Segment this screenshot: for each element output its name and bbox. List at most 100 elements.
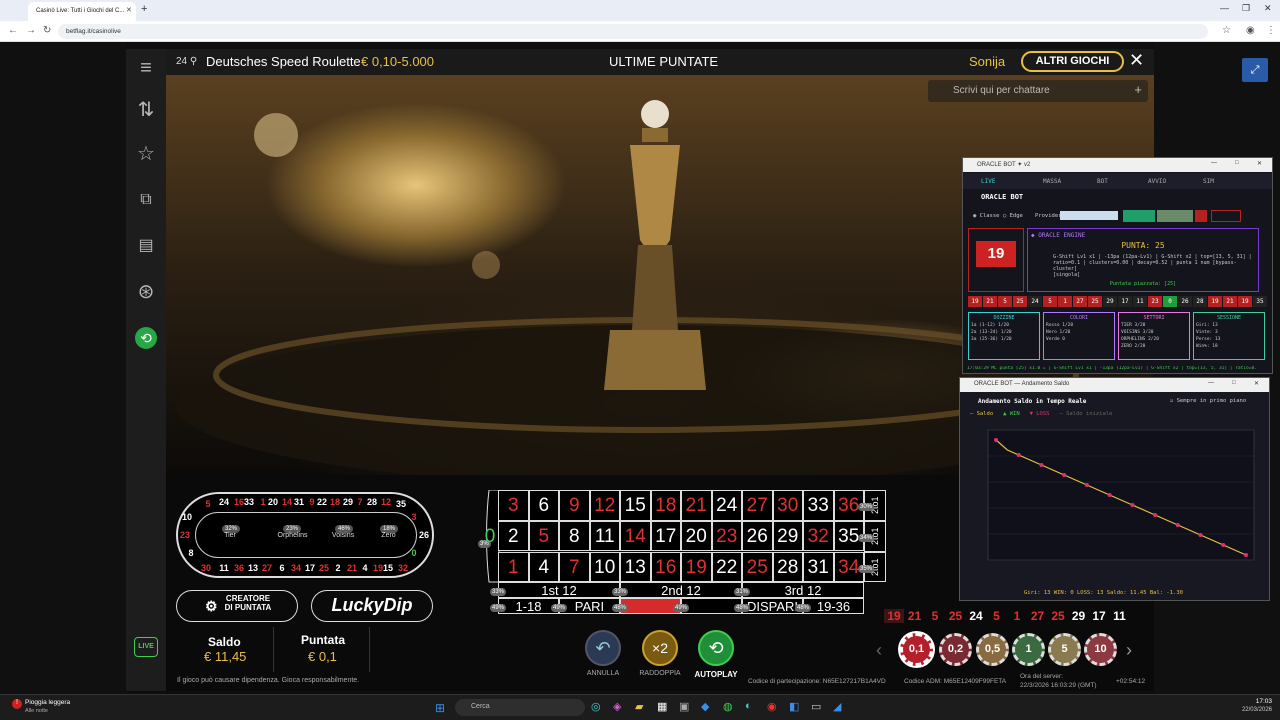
expand-icon[interactable]: ⤢ <box>1242 58 1268 82</box>
reload-icon[interactable]: ↻ <box>43 25 51 36</box>
race-number[interactable]: 6 <box>275 563 289 573</box>
race-number[interactable]: 26 <box>417 530 431 540</box>
race-number[interactable]: 10 <box>180 512 194 522</box>
profile-icon[interactable]: ◉ <box>1246 25 1255 36</box>
tier-section[interactable]: Tier <box>215 532 245 539</box>
bet-red[interactable] <box>620 598 681 614</box>
race-number[interactable]: 11 <box>217 563 231 573</box>
orphelins-section[interactable]: Orphelins <box>270 532 315 539</box>
chrome-taskbar-icon[interactable]: ◉ <box>767 700 777 713</box>
folder-taskbar-icon[interactable]: ▰ <box>635 700 643 713</box>
forward-icon[interactable]: → <box>26 25 36 36</box>
race-number[interactable]: 3 <box>407 512 421 522</box>
race-number[interactable]: 31 <box>292 497 306 507</box>
race-number[interactable]: 28 <box>365 497 379 507</box>
app-taskbar-icon[interactable]: ◐ <box>745 700 752 712</box>
race-number[interactable]: 23 <box>178 530 192 540</box>
number-cell[interactable]: 21 <box>681 490 712 521</box>
minimize-icon[interactable]: — <box>1211 160 1217 166</box>
number-cell[interactable]: 18 <box>650 490 681 521</box>
number-cell[interactable]: 3 <box>498 490 529 521</box>
close-window-icon[interactable]: ✕ <box>1264 3 1272 14</box>
number-cell[interactable]: 29 <box>772 520 803 552</box>
tab-live[interactable]: LIVE <box>981 178 995 185</box>
whatsapp-taskbar-icon[interactable]: ◍ <box>723 700 733 713</box>
number-cell[interactable]: 31 <box>803 551 834 583</box>
number-cell[interactable]: 1 <box>498 551 529 583</box>
race-number[interactable]: 30 <box>199 563 213 573</box>
number-cell[interactable]: 32 <box>803 520 834 552</box>
menu-icon[interactable]: ⋮ <box>1266 25 1276 36</box>
app-taskbar-icon[interactable]: ◈ <box>613 700 621 713</box>
app-taskbar-icon[interactable]: ◢ <box>833 700 841 713</box>
mode-classic-radio[interactable]: ◉ Classe <box>973 213 1000 219</box>
race-number[interactable]: 13 <box>246 563 260 573</box>
zero-section[interactable]: Zero <box>376 532 401 539</box>
chip-0-5[interactable]: 0,5 <box>976 633 1009 666</box>
always-on-top-checkbox[interactable]: ☑ Sempre in primo piano <box>1170 398 1246 404</box>
race-number[interactable]: 33 <box>242 497 256 507</box>
terminal-taskbar-icon[interactable]: ▭ <box>811 700 821 713</box>
race-number[interactable]: 27 <box>260 563 274 573</box>
maximize-icon[interactable]: □ <box>1232 380 1236 386</box>
pause-button[interactable] <box>1157 210 1193 222</box>
race-number[interactable]: 2 <box>331 563 345 573</box>
close-icon[interactable]: ✕ <box>1254 380 1259 387</box>
number-cell[interactable]: 14 <box>620 520 651 552</box>
statistics-icon[interactable]: ⧉ <box>133 187 159 213</box>
chevron-right-icon[interactable]: › <box>1126 640 1132 661</box>
tab-bot[interactable]: BOT <box>1097 178 1108 185</box>
number-cell[interactable]: 25 <box>742 551 773 583</box>
other-games-button[interactable]: ALTRI GIOCHI <box>1021 51 1124 72</box>
bet-creator-button[interactable]: ⚙ CREATORE DI PUNTATA <box>176 590 298 622</box>
browser-tab[interactable]: Casinò Live: Tutti i Giochi del C... <box>28 2 136 21</box>
number-cell[interactable]: 13 <box>620 551 651 583</box>
race-number[interactable]: 36 <box>232 563 246 573</box>
live-icon[interactable]: LIVE <box>134 637 158 657</box>
autoplay-button[interactable]: ⟲ <box>698 630 734 666</box>
voisins-section[interactable]: Voisins <box>327 532 359 539</box>
url-input[interactable]: betflag.it/casinolive <box>58 24 1208 39</box>
number-cell[interactable]: 19 <box>681 551 712 583</box>
close-icon[interactable]: ✕ <box>1129 50 1144 71</box>
number-cell[interactable]: 15 <box>620 490 651 521</box>
history-icon[interactable]: ▤ <box>133 233 159 259</box>
race-number[interactable]: 20 <box>266 497 280 507</box>
number-cell[interactable]: 16 <box>650 551 681 583</box>
chip-10[interactable]: 10 <box>1084 633 1117 666</box>
stop-button[interactable] <box>1195 210 1207 222</box>
provider-select[interactable] <box>1060 211 1118 220</box>
mode-edge-radio[interactable]: ○ Edge <box>1003 213 1023 219</box>
chevron-left-icon[interactable]: ‹ <box>876 640 882 661</box>
race-number[interactable]: 25 <box>317 563 331 573</box>
number-cell[interactable]: 5 <box>528 520 559 552</box>
number-cell[interactable]: 17 <box>650 520 681 552</box>
chat-input[interactable]: Scrivi qui per chattare + <box>928 80 1148 102</box>
wheel-icon[interactable]: ⊛ <box>133 279 159 305</box>
number-cell[interactable]: 2 <box>498 520 529 552</box>
bookmark-icon[interactable]: ☆ <box>1222 25 1231 36</box>
number-cell[interactable]: 6 <box>528 490 559 521</box>
taskbar-search[interactable]: Cerca <box>455 699 585 716</box>
race-number[interactable]: 17 <box>303 563 317 573</box>
number-cell[interactable]: 12 <box>589 490 620 521</box>
undo-button[interactable]: ↶ <box>585 630 621 666</box>
race-number[interactable]: 0 <box>407 548 421 558</box>
store-taskbar-icon[interactable]: ▦ <box>657 700 667 713</box>
start-button[interactable] <box>1123 210 1155 222</box>
chip-1[interactable]: 1 <box>1012 633 1045 666</box>
tab-sim[interactable]: SIM <box>1203 178 1214 185</box>
number-cell[interactable]: 24 <box>711 490 742 521</box>
chip-5[interactable]: 5 <box>1048 633 1081 666</box>
number-cell[interactable]: 4 <box>528 551 559 583</box>
number-cell[interactable]: 23 <box>711 520 742 552</box>
close-tab-icon[interactable]: ✕ <box>126 6 132 14</box>
weather-icon[interactable]: ! <box>12 699 22 709</box>
number-cell[interactable]: 28 <box>772 551 803 583</box>
maximize-icon[interactable]: □ <box>1235 160 1239 166</box>
race-number[interactable]: 5 <box>201 499 215 509</box>
number-cell[interactable]: 22 <box>711 551 742 583</box>
race-number[interactable]: 4 <box>358 563 372 573</box>
app-taskbar-icon[interactable]: ◆ <box>701 700 709 713</box>
sort-icon[interactable]: ⇅ <box>133 97 159 123</box>
